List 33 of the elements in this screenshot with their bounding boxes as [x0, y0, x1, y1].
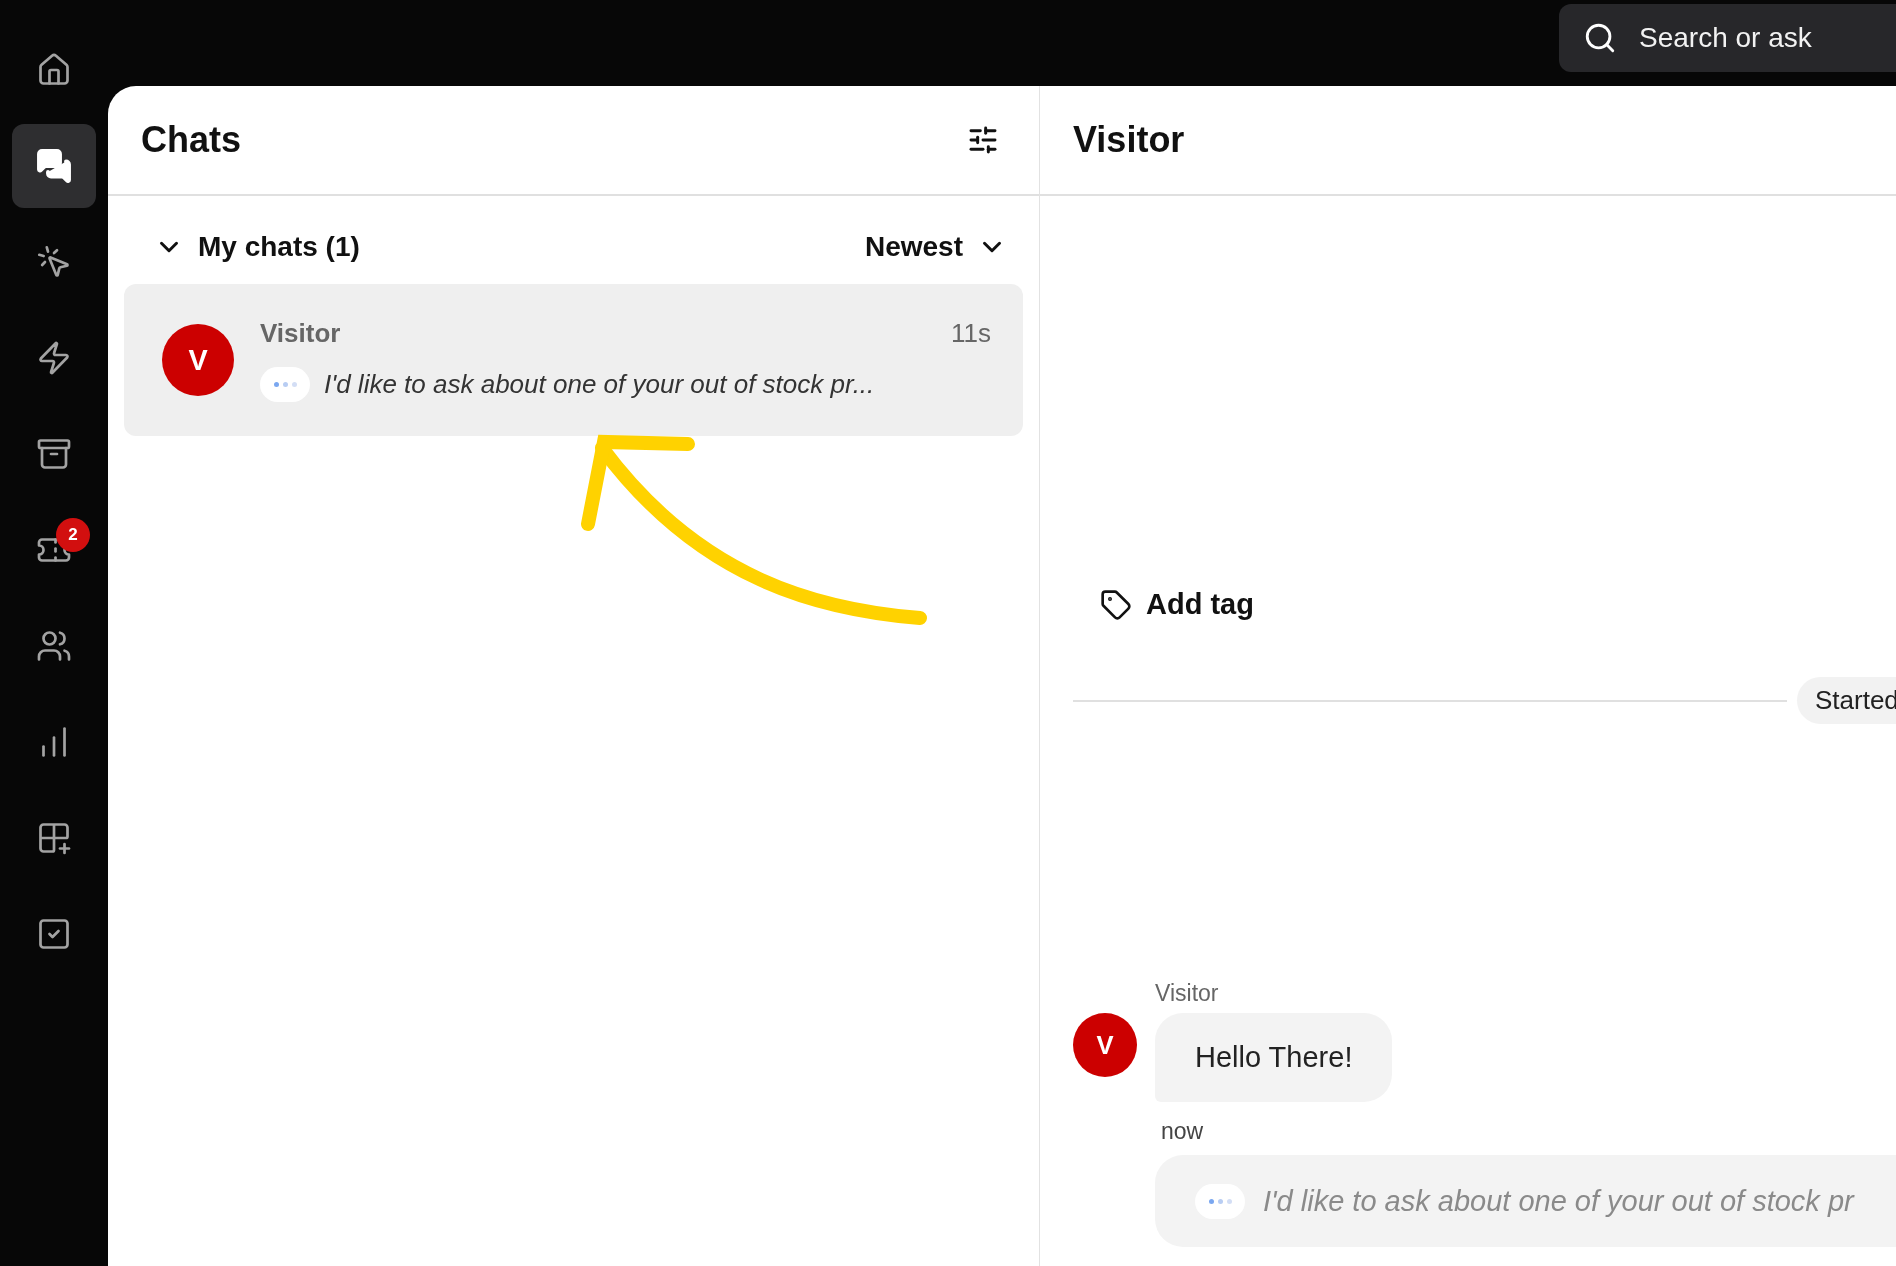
home-icon	[36, 52, 72, 88]
avatar: V	[162, 324, 234, 396]
filter-button[interactable]	[967, 124, 999, 156]
chat-time: 11s	[951, 318, 991, 349]
checkbox-icon	[36, 916, 72, 952]
sort-dropdown[interactable]: Newest	[864, 231, 1007, 263]
typing-preview: I'd like to ask about one of your out of stock pr	[1263, 1184, 1854, 1218]
add-tag-button[interactable]: Add tag	[1100, 588, 1254, 621]
message-author: Visitor	[1155, 980, 1220, 1007]
typing-indicator-icon	[260, 367, 310, 402]
message-time: now	[1161, 1118, 1205, 1145]
typing-indicator-icon	[1195, 1183, 1245, 1219]
panel-title: Chats	[141, 119, 242, 161]
people-icon	[36, 628, 72, 664]
message-bubble: Hello There!	[1155, 1013, 1393, 1102]
lightning-icon	[36, 340, 72, 376]
archive-box-icon	[36, 436, 72, 472]
avatar: V	[1073, 1013, 1137, 1077]
conversation-title: Visitor	[1073, 119, 1185, 161]
cursor-click-icon	[36, 244, 72, 280]
chat-list-item[interactable]: V Visitor 11s I'd like to ask about one of your out of stock pr...	[124, 284, 1023, 436]
chat-name: Visitor	[260, 318, 341, 349]
notification-badge: 2	[56, 518, 90, 552]
search-field[interactable]: Search or ask	[1559, 4, 1896, 72]
message-preview: I'd like to ask about one of your out of stock pr...	[324, 369, 875, 400]
group-toggle[interactable]: My chats (1)	[154, 231, 360, 263]
search-icon	[1583, 21, 1617, 55]
sidebar-item[interactable]	[12, 124, 96, 208]
tag-icon	[1100, 588, 1132, 621]
grid-plus-icon	[36, 820, 72, 856]
sidebar-item[interactable]: 2	[12, 508, 96, 592]
filter-sliders-icon	[967, 124, 999, 156]
chat-bubbles-icon	[36, 148, 72, 184]
